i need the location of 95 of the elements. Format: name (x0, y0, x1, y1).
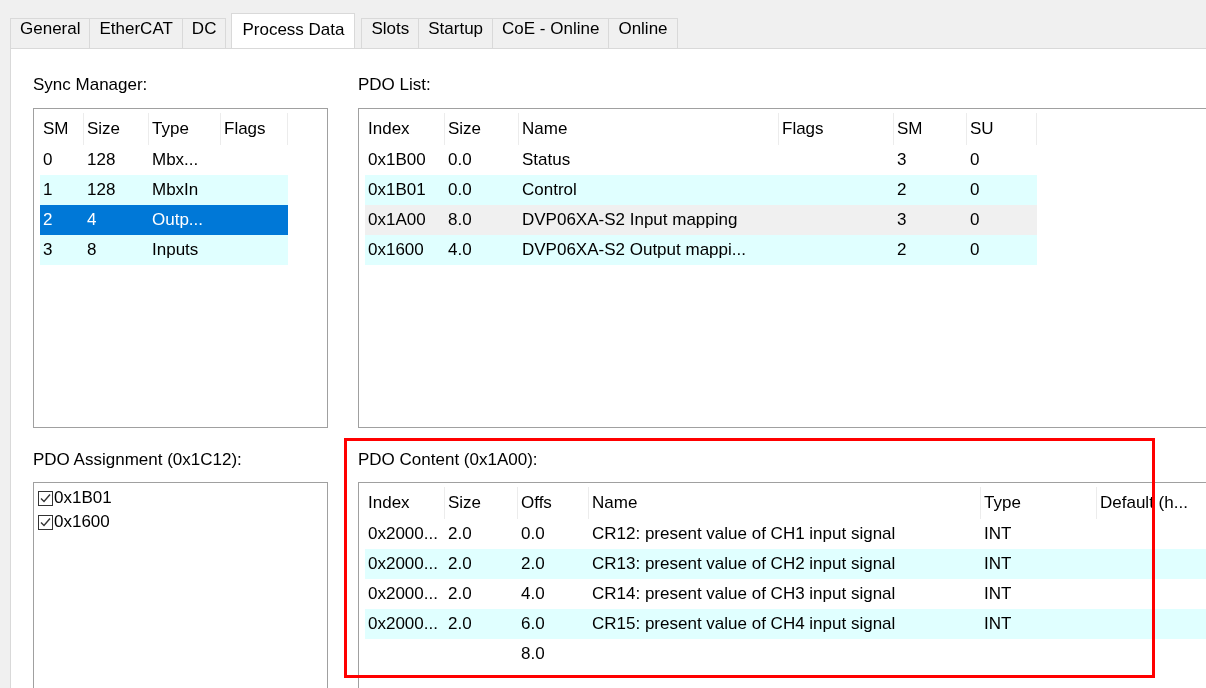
list-item[interactable]: 0x1600 (54, 512, 110, 532)
table-cell-text: Control (521, 179, 578, 201)
table-cell-text: 3 (896, 149, 908, 171)
table-cell-text: 128 (86, 149, 117, 171)
column-header[interactable]: Default (h... (1097, 487, 1206, 519)
section-label: PDO Assignment (0x1C12): (33, 449, 243, 471)
table-cell-text: 0.0 (520, 523, 546, 545)
table-cell-text: Outp... (151, 209, 205, 231)
checked-checkbox[interactable] (38, 514, 53, 530)
column-header[interactable]: Offs (518, 487, 589, 519)
column-header[interactable]: Index (365, 487, 445, 519)
table-cell-text: 0.0 (447, 179, 473, 201)
table-cell-text: INT (983, 553, 1013, 575)
table-cell-text: INT (983, 583, 1013, 605)
table-cell-text: 0 (969, 149, 981, 171)
table-cell-text: 2.0 (520, 553, 546, 575)
list-row[interactable]: 0x1B00 0.0 Status 3 0 (365, 145, 1037, 175)
column-header[interactable]: Name (589, 487, 981, 519)
column-header[interactable]: Size (84, 113, 149, 145)
table-cell-text: CR13: present value of CH2 input signal (591, 553, 897, 575)
table-cell-text: INT (983, 523, 1013, 545)
section-label: PDO List: (358, 74, 432, 96)
column-header[interactable]: SM (894, 113, 967, 145)
table-cell-text: DVP06XA-S2 Input mapping (521, 209, 739, 231)
table-cell-text: 128 (86, 179, 117, 201)
table-cell-text: 4.0 (447, 239, 473, 261)
table-cell-text: 8.0 (447, 209, 473, 231)
tab[interactable]: Online (608, 18, 678, 48)
table-cell-text: 2.0 (447, 613, 473, 635)
list-row[interactable]: 0 128 Mbx... (40, 145, 288, 175)
table-cell-text: Inputs (151, 239, 200, 261)
list-row[interactable]: 0x1A00 8.0 DVP06XA-S2 Input mapping 3 0 (365, 205, 1037, 235)
table-cell-text: Status (521, 149, 572, 171)
list-row[interactable]: 8.0 (365, 639, 1206, 669)
table-cell-text: 2 (896, 239, 908, 261)
column-header[interactable]: Type (149, 113, 221, 145)
table-cell-text: Mbx... (151, 149, 200, 171)
table-cell-text: 0x2000... (367, 553, 439, 575)
table-cell-text: DVP06XA-S2 Output mappi... (521, 239, 747, 261)
checked-checkbox[interactable] (38, 490, 53, 506)
tab[interactable]: General (10, 18, 91, 48)
table-cell-text: 1 (42, 179, 54, 201)
table-cell-text: 0x2000... (367, 613, 439, 635)
list-row[interactable]: 3 8 Inputs (40, 235, 288, 265)
table-cell-text: 0 (969, 179, 981, 201)
section-label: PDO Content (0x1A00): (358, 449, 539, 471)
table-cell-text: 0x1A00 (367, 209, 427, 231)
table-cell-text: 4 (86, 209, 98, 231)
tab[interactable]: Slots (361, 18, 420, 48)
column-header[interactable]: Flags (779, 113, 894, 145)
list-row[interactable]: 0x2000... 2.0 6.0 CR15: present value of CH4 input signal INT (365, 609, 1206, 639)
table-cell-text: 4.0 (520, 583, 546, 605)
table-cell-text: 0x1600 (367, 239, 425, 261)
tab[interactable]: Process Data (231, 13, 356, 48)
column-header[interactable]: Size (445, 113, 519, 145)
column-header[interactable]: Index (365, 113, 445, 145)
table-cell-text: 3 (42, 239, 54, 261)
tab[interactable]: DC (181, 18, 227, 48)
table-cell-text: 3 (896, 209, 908, 231)
list-row[interactable]: 0x1600 4.0 DVP06XA-S2 Output mappi... 2 0 (365, 235, 1037, 265)
table-cell-text: 0x2000... (367, 583, 439, 605)
section-label: Sync Manager: (33, 74, 149, 96)
column-header[interactable]: SU (967, 113, 1037, 145)
column-header[interactable]: Flags (221, 113, 288, 145)
table-cell-text: 2.0 (447, 583, 473, 605)
list-row[interactable]: 2 4 Outp... (40, 205, 288, 235)
table-cell-text: 0.0 (447, 149, 473, 171)
table-cell-text: 2 (42, 209, 54, 231)
table-cell-text: CR15: present value of CH4 input signal (591, 613, 897, 635)
list-row[interactable]: 1 128 MbxIn (40, 175, 288, 205)
table-cell-text: CR14: present value of CH3 input signal (591, 583, 897, 605)
list-item[interactable]: 0x1B01 (54, 488, 112, 508)
table-cell-text: 0 (969, 239, 981, 261)
table-cell-text: 8.0 (520, 643, 546, 665)
table-cell-text: 0 (969, 209, 981, 231)
list-row[interactable]: 0x2000... 2.0 0.0 CR12: present value of CH1 input signal INT (365, 519, 1206, 549)
column-header[interactable]: Type (981, 487, 1097, 519)
table-cell-text: 0x1B00 (367, 149, 427, 171)
list-row[interactable]: 0x2000... 2.0 2.0 CR13: present value of CH2 input signal INT (365, 549, 1206, 579)
table-cell-text: 0x1B01 (367, 179, 427, 201)
table-cell-text: INT (983, 613, 1013, 635)
table-cell-text: 0 (42, 149, 54, 171)
table-cell-text: 2.0 (447, 523, 473, 545)
table-cell-text: 2 (896, 179, 908, 201)
table-cell-text: MbxIn (151, 179, 200, 201)
column-header[interactable]: Size (445, 487, 518, 519)
column-header[interactable]: SM (40, 113, 84, 145)
table-cell-text: 6.0 (520, 613, 546, 635)
table-cell-text: 2.0 (447, 553, 473, 575)
table-cell-text: 8 (86, 239, 98, 261)
table-cell-text: CR12: present value of CH1 input signal (591, 523, 897, 545)
list-row[interactable]: 0x2000... 2.0 4.0 CR14: present value of CH3 input signal INT (365, 579, 1206, 609)
column-header[interactable]: Name (519, 113, 779, 145)
list-row[interactable]: 0x1B01 0.0 Control 2 0 (365, 175, 1037, 205)
table-cell-text: 0x2000... (367, 523, 439, 545)
